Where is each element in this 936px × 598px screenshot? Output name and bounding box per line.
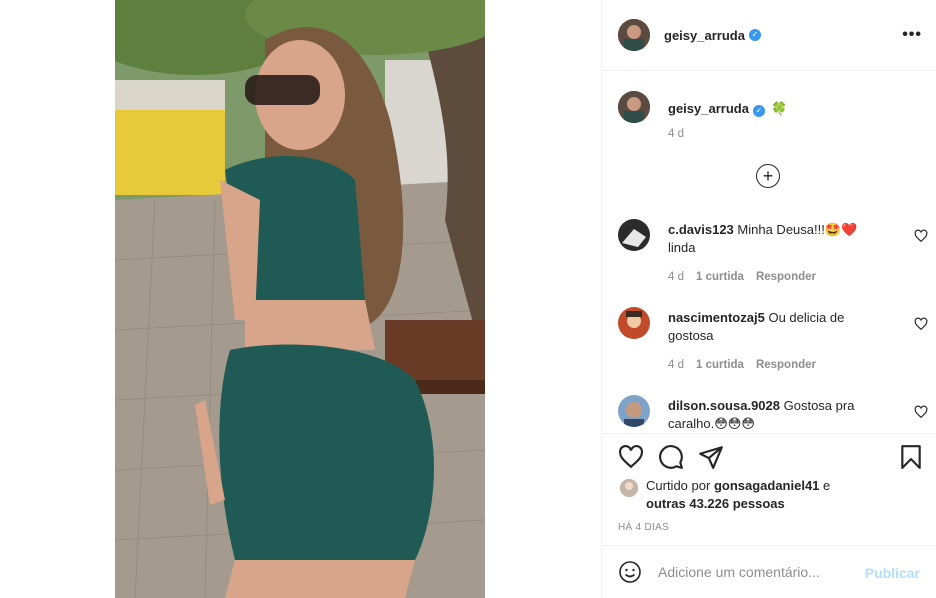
add-comment-bar: Publicar [602, 545, 936, 598]
comment-meta: 4 d 1 curtida Responder [668, 271, 828, 283]
comment-meta: 4 d 1 curtida Responder [668, 359, 828, 371]
post-photo-illustration [115, 0, 485, 598]
comment-time[interactable]: 4 d [668, 271, 684, 283]
comment-icon[interactable] [658, 444, 684, 470]
commenter-avatar[interactable] [618, 307, 650, 339]
author-username[interactable]: geisy_arruda [664, 28, 745, 43]
post-side-panel: geisy_arruda ✓ ••• geisy_arruda ✓ 🍀 4 d + … [601, 0, 936, 598]
reply-button[interactable]: Responder [756, 271, 816, 283]
plus-circle-icon[interactable]: + [756, 164, 780, 188]
share-icon[interactable] [698, 444, 724, 470]
post-media-area [0, 0, 601, 598]
comment-likes[interactable]: 1 curtida [696, 359, 744, 371]
comments-list[interactable]: geisy_arruda ✓ 🍀 4 d + c.davis123 Minha De… [602, 71, 936, 433]
comment-username[interactable]: c.davis123 [668, 222, 734, 237]
post-actions: Curtido por gonsagadaniel41 e outras 43.… [602, 433, 936, 545]
post-caption: geisy_arruda ✓ 🍀 4 d [618, 91, 918, 140]
caption-text: 🍀 [770, 101, 788, 116]
reply-button[interactable]: Responder [756, 359, 816, 371]
likes-prefix: Curtido por [646, 478, 711, 493]
comment-likes[interactable]: 1 curtida [696, 271, 744, 283]
author-avatar[interactable] [618, 19, 650, 51]
comment-item: dilson.sousa.9028 Gostosa pra caralho.😳😳… [618, 395, 928, 433]
comment-heart-icon[interactable] [914, 317, 928, 331]
post-photo[interactable] [115, 0, 485, 598]
caption-avatar[interactable] [618, 91, 650, 123]
post-header: geisy_arruda ✓ ••• [602, 0, 936, 71]
comment-heart-icon[interactable] [914, 405, 928, 419]
publish-button[interactable]: Publicar [865, 565, 920, 581]
commenter-avatar[interactable] [618, 395, 650, 427]
caption-username[interactable]: geisy_arruda [668, 101, 749, 116]
likes-connector: e [823, 478, 831, 493]
comment-username[interactable]: dilson.sousa.9028 [668, 398, 780, 413]
liker-username[interactable]: gonsagadaniel41 [714, 478, 819, 493]
verified-badge-icon: ✓ [752, 105, 765, 117]
emoji-icon[interactable] [618, 560, 642, 584]
comment-input[interactable] [658, 564, 858, 580]
bookmark-icon[interactable] [898, 444, 924, 470]
comment-item: c.davis123 Minha Deusa!!!🤩❤️ linda 4 d1 … [618, 219, 928, 289]
commenter-avatar[interactable] [618, 219, 650, 251]
posted-time[interactable]: HÁ 4 DIAS [618, 522, 669, 533]
comment-item: nascimentozaj5 Ou delicia de gostosa 4 d… [618, 307, 928, 377]
comment-heart-icon[interactable] [914, 229, 928, 243]
comment-username[interactable]: nascimentozaj5 [668, 310, 765, 325]
likes-others[interactable]: outras 43.226 pessoas [646, 496, 785, 511]
heart-icon[interactable] [618, 444, 644, 470]
caption-time[interactable]: 4 d [668, 128, 684, 140]
more-options-icon[interactable]: ••• [902, 26, 922, 44]
comment-time[interactable]: 4 d [668, 359, 684, 371]
verified-badge-icon: ✓ [748, 29, 761, 41]
liker-avatar[interactable] [620, 479, 638, 497]
likes-summary: Curtido por gonsagadaniel41 e outras 43.… [620, 477, 920, 513]
